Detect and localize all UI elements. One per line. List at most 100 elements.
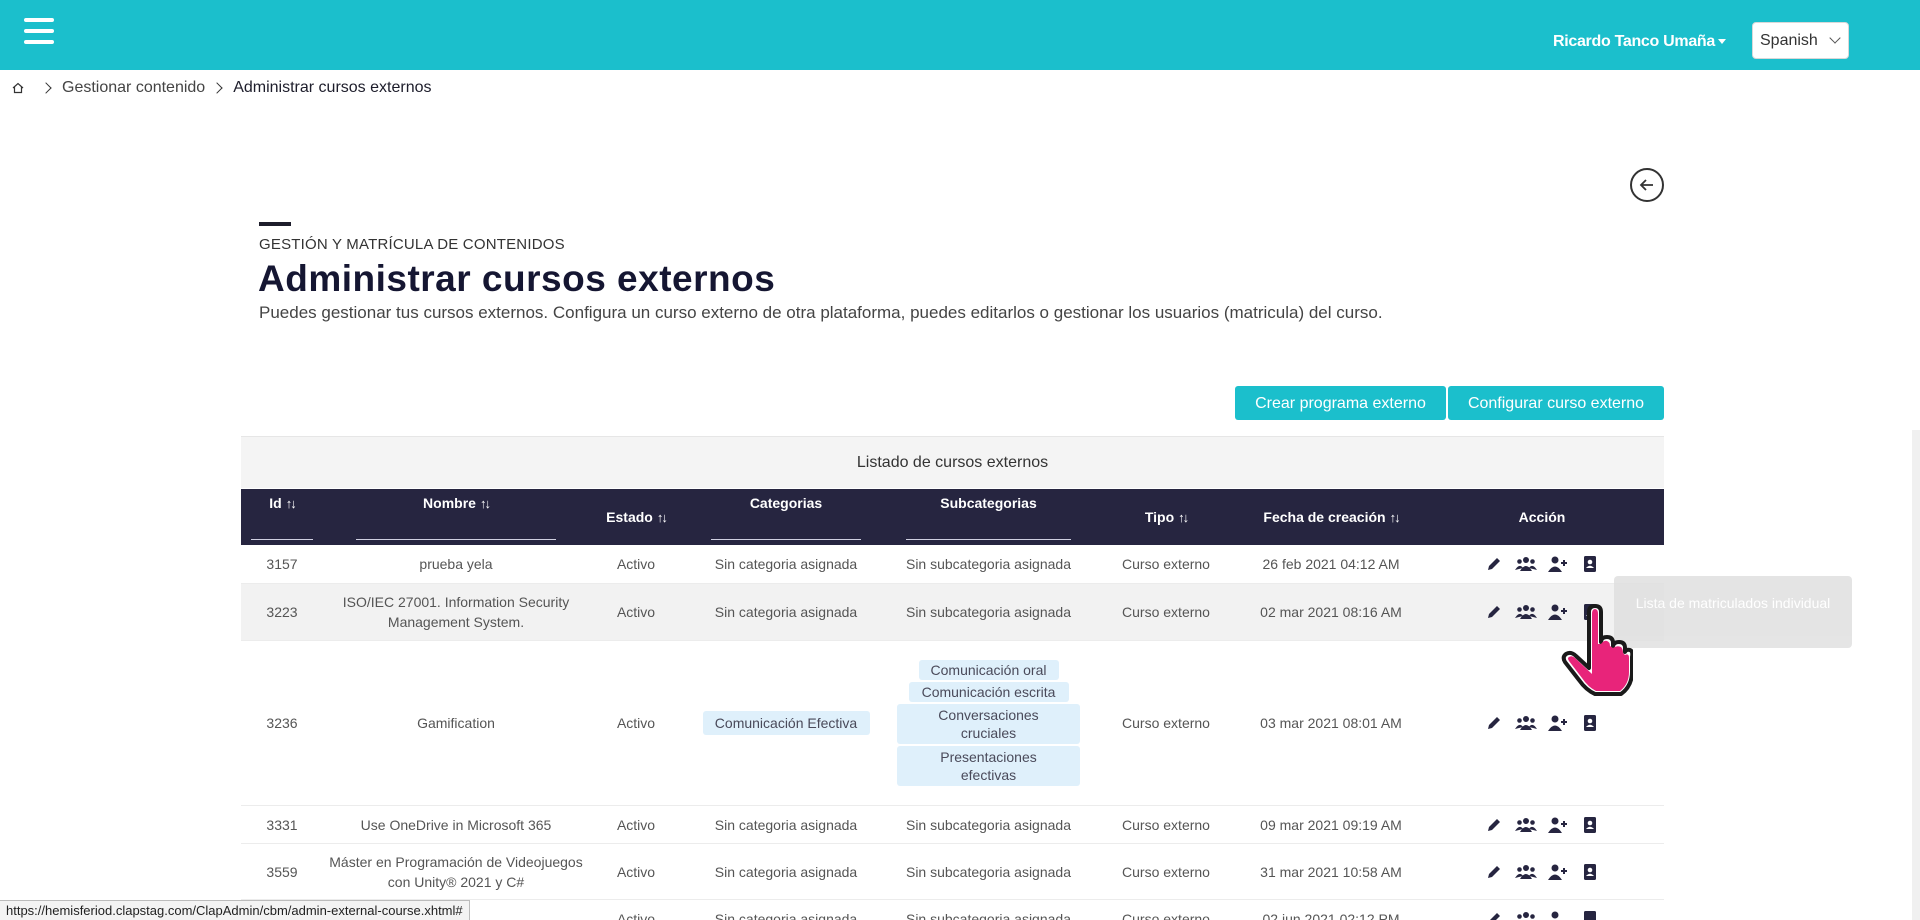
edit-icon[interactable] [1483,909,1505,920]
home-icon[interactable] [12,82,24,94]
chevron-right-icon [40,82,52,94]
cell-type: Curso externo [1122,715,1210,731]
edit-icon[interactable] [1483,815,1505,835]
subcategory-chip: Comunicación oral [918,660,1059,680]
cell-status: Activo [616,863,656,880]
enrollment-list-icon[interactable] [1579,713,1601,733]
cell-name: Máster en Programación de Videojuegos co… [329,853,583,890]
column-actions: Acción [1482,489,1602,545]
users-group-icon[interactable] [1515,713,1537,733]
table-row: 3236 Gamification Activo Comunicación Ef… [241,641,1664,806]
column-label: Tipo [1144,509,1175,525]
scrollbar[interactable] [1912,430,1920,920]
cell-id: 3559 [266,863,298,880]
cell-id: 3157 [266,556,298,572]
cell-type: Curso externo [1122,863,1210,880]
breadcrumb-item-current: Administrar cursos externos [233,79,432,96]
cell-status: Activo [616,911,656,920]
tooltip-enrollment-list: Lista de matriculados individual [1614,576,1852,648]
cell-status: Activo [616,556,656,572]
hand-pointer-icon [1561,604,1633,696]
category-chip: Comunicación Efectiva [702,711,870,735]
cell-category: Sin categoria asignada [714,863,858,880]
breadcrumb-item-gestionar[interactable]: Gestionar contenido [62,79,205,97]
add-user-icon[interactable] [1547,862,1569,882]
chevron-down-icon [1829,32,1841,44]
cell-category: Sin categoria asignada [714,604,858,620]
row-actions [1482,844,1602,899]
back-button[interactable] [1630,168,1664,202]
edit-icon[interactable] [1483,602,1505,622]
cell-name: prueba yela [419,556,493,572]
cell-name: Gamification [417,715,495,731]
filter-input-id[interactable] [251,539,313,540]
table-caption: Listado de cursos externos [241,436,1664,488]
column-name[interactable]: Nombre ↑↓ [356,489,556,545]
menu-icon[interactable] [24,18,54,44]
add-user-icon[interactable] [1547,554,1569,574]
cell-subcategory: Sin subcategoria asignada [905,604,1071,620]
cell-subcategory: Sin subcategoria asignada [905,911,1071,920]
column-subcategories: Subcategorias [906,489,1071,545]
enrollment-list-icon[interactable] [1579,909,1601,920]
cell-subcategory: Sin subcategoria asignada [905,556,1071,572]
filter-input-name[interactable] [356,539,556,540]
column-label: Categorias [749,495,823,511]
cell-name: ISO/IEC 27001. Information Security Mana… [342,594,570,630]
enrollment-list-icon[interactable] [1579,815,1601,835]
cell-created: 26 feb 2021 04:12 AM [1262,556,1400,572]
section-kicker: GESTIÓN Y MATRÍCULA DE CONTENIDOS [259,236,565,253]
filter-input-categories[interactable] [711,539,861,540]
column-created[interactable]: Fecha de creación ↑↓ [1241,489,1421,545]
users-group-icon[interactable] [1515,602,1537,622]
column-id[interactable]: Id ↑↓ [251,489,313,545]
caret-down-icon [1718,39,1726,45]
edit-icon[interactable] [1483,554,1505,574]
header-accent-bar [259,222,291,226]
create-program-button[interactable]: Crear programa externo [1235,386,1446,420]
users-group-icon[interactable] [1515,554,1537,574]
sort-icon: ↑↓ [1389,510,1401,525]
configure-course-button[interactable]: Configurar curso externo [1448,386,1664,420]
edit-icon[interactable] [1483,713,1505,733]
enrollment-list-icon[interactable] [1579,862,1601,882]
user-menu[interactable]: Ricardo Tanco Umaña [1553,33,1726,51]
add-user-icon[interactable] [1547,909,1569,920]
sort-icon: ↑↓ [479,496,491,511]
cell-status: Activo [616,816,656,833]
column-status[interactable]: Estado ↑↓ [586,489,686,545]
cell-created: 09 mar 2021 09:19 AM [1260,816,1402,833]
page-description: Puedes gestionar tus cursos externos. Co… [259,303,1383,322]
enrollment-list-icon[interactable] [1579,554,1601,574]
add-user-icon[interactable] [1547,713,1569,733]
column-type[interactable]: Tipo ↑↓ [1106,489,1226,545]
edit-icon[interactable] [1483,862,1505,882]
table-row: 3223 ISO/IEC 27001. Information Security… [241,584,1664,641]
language-select[interactable]: Spanish [1752,22,1849,59]
filter-input-subcategories[interactable] [906,539,1071,540]
cell-name: Use OneDrive in Microsoft 365 [360,816,552,833]
subcategory-chip: Comunicación escrita [908,682,1069,702]
cell-type: Curso externo [1122,911,1210,920]
cell-type: Curso externo [1122,604,1210,620]
column-categories: Categorias [711,489,861,545]
cell-id: 3331 [266,816,298,833]
row-actions [1482,806,1602,843]
cell-type: Curso externo [1122,816,1210,833]
subcategory-chip: Conversaciones cruciales [897,704,1080,744]
top-bar: Ricardo Tanco Umaña Spanish [0,0,1920,70]
cell-type: Curso externo [1122,556,1210,572]
add-user-icon[interactable] [1547,815,1569,835]
chevron-right-icon [211,82,223,94]
cell-created: 02 mar 2021 08:16 AM [1260,604,1402,620]
users-group-icon[interactable] [1515,862,1537,882]
sort-icon: ↑↓ [1178,510,1189,525]
sort-icon: ↑↓ [285,496,297,511]
users-group-icon[interactable] [1515,815,1537,835]
row-actions [1482,900,1602,920]
table-row: 3331 Use OneDrive in Microsoft 365 Activ… [241,806,1664,844]
users-group-icon[interactable] [1515,909,1537,920]
cell-category: Sin categoria asignada [714,556,858,572]
table-row: 3559 Máster en Programación de Videojueg… [241,844,1664,900]
cell-created: 02 jun 2021 02:12 PM [1262,911,1400,920]
